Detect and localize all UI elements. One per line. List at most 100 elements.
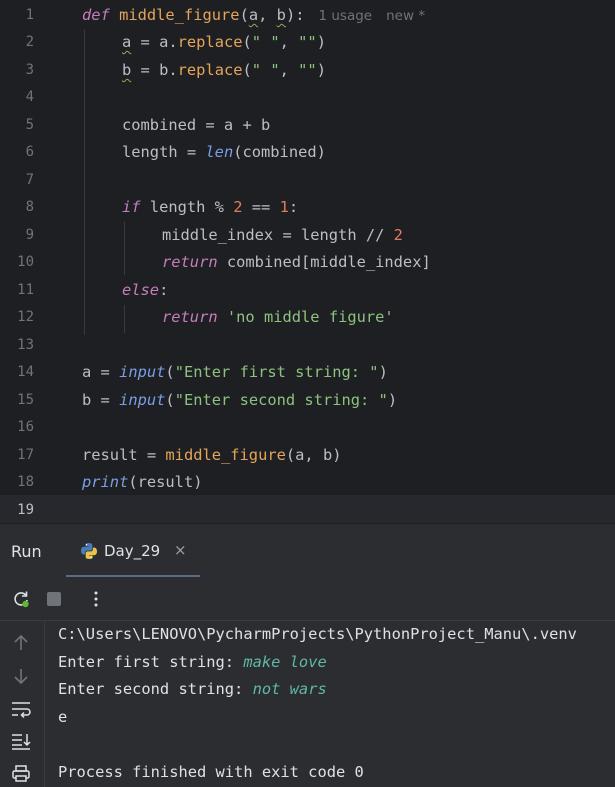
code-line-15[interactable]: b = input("Enter second string: ") [82,387,397,415]
number-literal: 2 [233,198,243,216]
code-text: : [288,198,299,216]
rerun-icon[interactable] [11,589,31,609]
paren: ( [165,363,175,381]
string-literal: 'no middle figure' [226,308,394,326]
more-icon[interactable] [86,589,106,609]
string-literal: " " [251,61,280,79]
run-tool-window-header: Run Day_29 × [0,523,615,578]
line-number-current: 19 [17,502,34,518]
string-literal: "Enter first string: " [174,363,379,381]
stop-icon[interactable] [44,589,64,609]
string-literal: "Enter second string: " [174,391,388,409]
variable: b [122,61,132,79]
current-line-highlight [0,495,615,523]
line-number: 6 [25,144,34,160]
code-line-2[interactable]: a = a.replace(" ", "") [122,29,326,57]
usage-hint[interactable]: 1 usage [319,8,373,24]
code-line-9[interactable]: middle_index = length // 2 [162,222,403,250]
code-text: combined[middle_index] [217,253,431,271]
keyword-return: return [162,253,218,271]
builtin-call: print [82,473,129,491]
line-number: 11 [17,282,34,298]
keyword-def: def [82,6,110,24]
code-line-14[interactable]: a = input("Enter first string: ") [82,359,388,387]
console-prompt-text: Enter first string: [58,653,244,671]
author-hint[interactable]: new * [386,8,425,24]
run-toolbar [0,577,615,621]
paren: ) [387,391,398,409]
line-number: 13 [17,337,34,353]
soft-wrap-icon[interactable] [10,699,32,719]
code-line-1[interactable]: def middle_figure(a, b): 1 usage new * [82,2,425,30]
code-text: length = [122,143,206,161]
console-line-result: e [58,708,68,726]
indent-guide [124,305,125,333]
line-number: 16 [17,419,34,435]
scroll-to-end-icon[interactable] [10,731,32,751]
close-icon[interactable]: × [174,541,187,559]
string-literal: "" [298,33,317,51]
number-literal: 1 [279,198,289,216]
code-text: (a, b) [285,446,342,464]
code-line-10[interactable]: return combined[middle_index] [162,249,431,277]
console-user-input: make love [243,653,327,671]
line-number: 14 [17,364,34,380]
code-text: = a. [131,33,178,51]
keyword-if: if [122,198,141,216]
arrow-down-icon[interactable] [10,666,32,686]
builtin-call: len [205,143,234,161]
console-line-prompt-1: Enter first string: make love [58,649,327,677]
code-text: result = [82,446,166,464]
line-number: 10 [17,254,34,270]
code-line-11[interactable]: else: [122,277,168,305]
builtin-call: input [119,391,166,409]
indent-guide [84,30,85,335]
param-b: b [276,6,286,24]
method-call: replace [177,61,243,79]
run-config-tab[interactable]: Day_29 × [66,524,200,578]
console-side-toolbar [0,621,45,787]
code-line-3[interactable]: b = b.replace(" ", "") [122,57,326,85]
code-text: (result) [128,473,203,491]
code-text: b = [82,391,120,409]
code-text: length % [140,198,234,216]
line-number: 12 [17,309,34,325]
console-line-interpreter-path: C:\Users\LENOVO\PycharmProjects\PythonPr… [58,625,577,643]
code-line-18[interactable]: print(result) [82,469,202,497]
paren: ) [316,33,326,51]
print-icon[interactable] [10,763,32,783]
line-number: 3 [25,62,34,78]
line-number: 2 [25,34,34,50]
code-line-12[interactable]: return 'no middle figure' [162,304,394,332]
paren: ( [242,33,252,51]
arrow-up-icon[interactable] [10,633,32,653]
line-number: 5 [25,117,34,133]
keyword-else: else [122,281,160,299]
comma: , [279,33,299,51]
code-line-6[interactable]: length = len(combined) [122,139,326,167]
string-literal: " " [251,33,280,51]
code-line-17[interactable]: result = middle_figure(a, b) [82,442,341,470]
line-number: 18 [17,474,34,490]
paren: ) [316,61,326,79]
paren: ( [239,6,249,24]
code-text: : [159,281,169,299]
line-number: 17 [17,447,34,463]
run-config-tab-label: Day_29 [104,542,161,560]
console-user-input: not wars [252,680,327,698]
comma: , [279,61,299,79]
code-text: = b. [131,61,178,79]
code-line-8[interactable]: if length % 2 == 1: [122,194,298,222]
variable: a [122,33,132,51]
console-line-exit-status: Process finished with exit code 0 [58,763,364,781]
code-text: == [242,198,280,216]
run-console-output[interactable]: C:\Users\LENOVO\PycharmProjects\PythonPr… [45,621,615,787]
paren: ( [242,61,252,79]
code-text: a = [82,363,120,381]
code-editor[interactable]: 1 2 3 4 5 6 7 8 9 10 11 12 13 14 15 16 1… [0,0,615,523]
keyword-return: return [162,308,218,326]
line-number: 1 [25,7,34,23]
code-line-5[interactable]: combined = a + b [122,112,270,140]
indent-guide [124,222,125,275]
line-number-gutter: 1 2 3 4 5 6 7 8 9 10 11 12 13 14 15 16 1… [0,0,48,523]
